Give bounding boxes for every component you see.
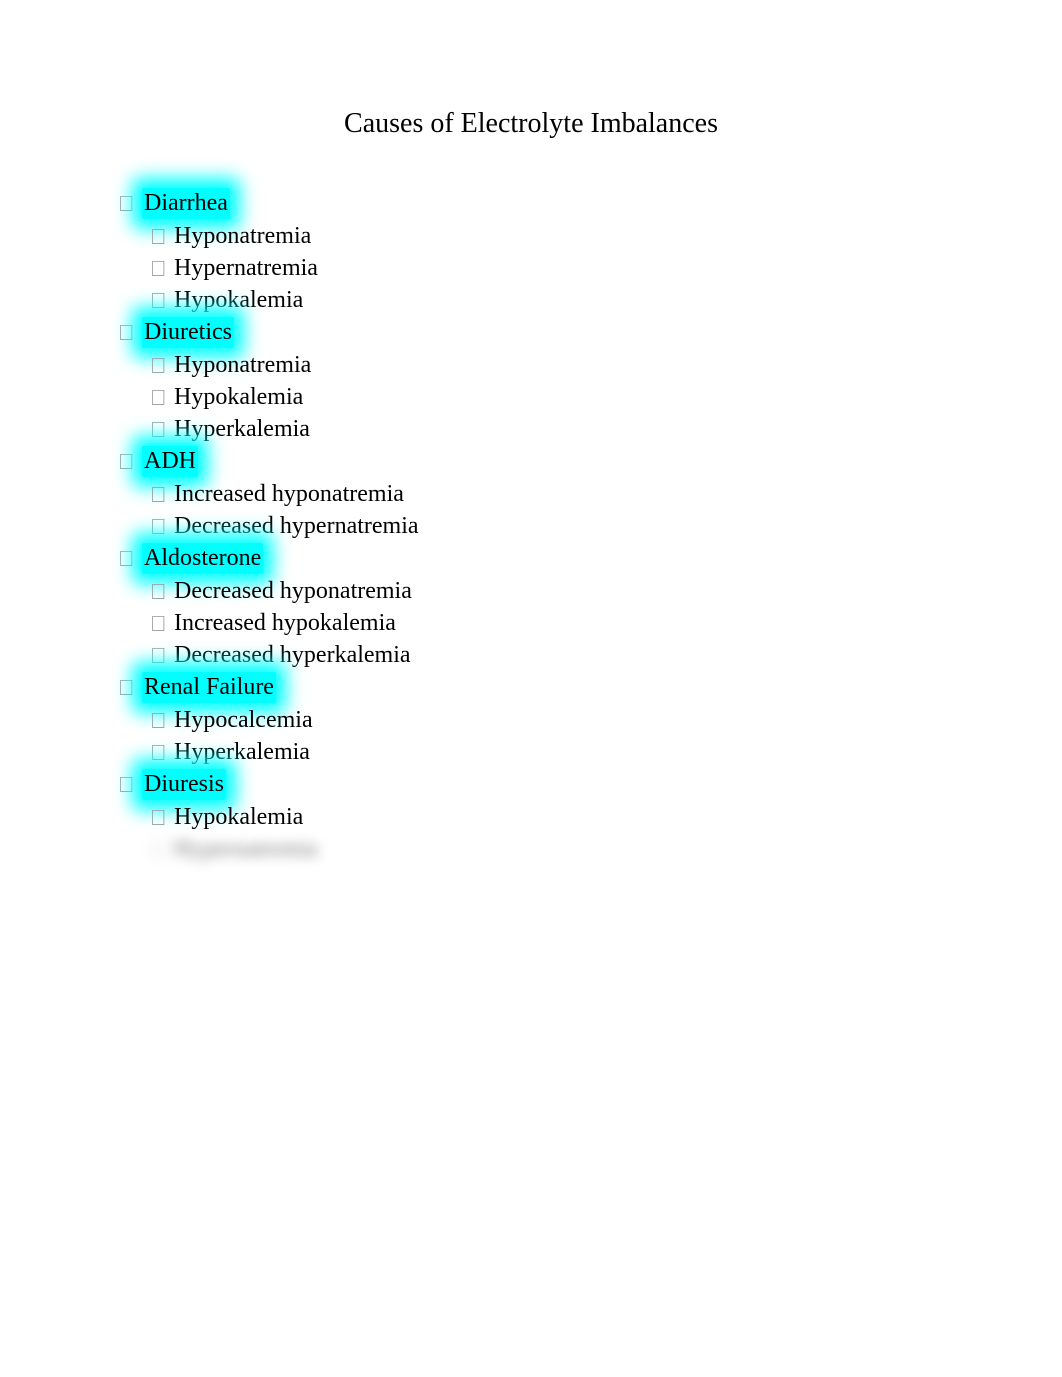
list-item: Hyponatremia	[150, 221, 1062, 252]
sub-item-label: Hyperkalemia	[174, 414, 310, 445]
section-heading: ADH	[142, 446, 198, 477]
bullet-icon: 	[150, 802, 174, 833]
bullet-icon: 	[118, 769, 142, 800]
bullet-icon: 	[150, 414, 174, 445]
list-item: Hyperkalemia	[150, 737, 1062, 768]
outline-content: DiarrheaHyponatremiaHypernatremiaHyp…	[0, 188, 1062, 865]
bullet-icon: 	[150, 705, 174, 736]
list-item: Decreased hypernatremia	[150, 511, 1062, 542]
sub-item-label: Decreased hyperkalemia	[174, 640, 411, 671]
sub-list: HyponatremiaHypokalemiaHyperkalemia	[118, 350, 1062, 445]
sub-list: HypokalemiaHypernatremia	[118, 802, 1062, 865]
list-item: Hypokalemia	[150, 802, 1062, 833]
section-heading: Renal Failure	[142, 672, 276, 703]
bullet-icon: 	[118, 317, 142, 348]
list-item: Hyperkalemia	[150, 414, 1062, 445]
list-item: ADH	[118, 446, 1062, 477]
list-item: Diuresis	[118, 769, 1062, 800]
sub-item-label: Decreased hyponatremia	[174, 576, 412, 607]
bullet-icon: 	[150, 253, 174, 284]
bullet-icon: 	[150, 382, 174, 413]
list-item: Hypokalemia	[150, 285, 1062, 316]
sub-item-label: Hyponatremia	[174, 350, 311, 381]
bullet-icon: 	[150, 640, 174, 671]
sub-list: Increased hyponatremiaDecreased hypern…	[118, 479, 1062, 542]
section-heading: Diuretics	[142, 317, 234, 348]
list-item: Hypernatremia	[150, 253, 1062, 284]
sub-list: HypocalcemiaHyperkalemia	[118, 705, 1062, 768]
section-heading: Diuresis	[142, 769, 226, 800]
bullet-icon: 	[118, 446, 142, 477]
section-heading: Aldosterone	[142, 543, 263, 574]
list-item: Hypocalcemia	[150, 705, 1062, 736]
list-item: Aldosterone	[118, 543, 1062, 574]
list-item: Diuretics	[118, 317, 1062, 348]
bullet-icon: 	[118, 672, 142, 703]
sub-item-label: Hypernatremia	[174, 253, 318, 284]
list-item: Increased hyponatremia	[150, 479, 1062, 510]
bullet-icon: 	[150, 285, 174, 316]
bullet-icon: 	[118, 188, 142, 219]
bullet-icon: 	[150, 737, 174, 768]
bullet-icon: 	[150, 834, 174, 865]
sub-item-label: Increased hyponatremia	[174, 479, 404, 510]
sub-item-label: Hypokalemia	[174, 382, 303, 413]
list-item: Increased hypokalemia	[150, 608, 1062, 639]
bullet-icon: 	[150, 511, 174, 542]
page-title: Causes of Electrolyte Imbalances	[0, 108, 1062, 140]
bullet-icon: 	[150, 221, 174, 252]
bullet-icon: 	[118, 543, 142, 574]
sub-item-label: Hypernatremia	[174, 834, 318, 865]
bullet-icon: 	[150, 576, 174, 607]
list-item: Renal Failure	[118, 672, 1062, 703]
bullet-icon: 	[150, 608, 174, 639]
sub-list: HyponatremiaHypernatremiaHypokalemia	[118, 221, 1062, 316]
sub-item-label: Hyperkalemia	[174, 737, 310, 768]
sub-item-label: Decreased hypernatremia	[174, 511, 419, 542]
list-item: Hypernatremia	[150, 834, 1062, 865]
sub-item-label: Increased hypokalemia	[174, 608, 396, 639]
section-heading: Diarrhea	[142, 188, 230, 219]
list-item: Hyponatremia	[150, 350, 1062, 381]
sub-item-label: Hyponatremia	[174, 221, 311, 252]
sub-list: Decreased hyponatremiaIncreased hypoka…	[118, 576, 1062, 671]
sub-item-label: Hypokalemia	[174, 802, 303, 833]
list-item: Decreased hyperkalemia	[150, 640, 1062, 671]
bullet-icon: 	[150, 350, 174, 381]
list-item: Decreased hyponatremia	[150, 576, 1062, 607]
sub-item-label: Hypokalemia	[174, 285, 303, 316]
bullet-icon: 	[150, 479, 174, 510]
sub-item-label: Hypocalcemia	[174, 705, 313, 736]
list-item: Diarrhea	[118, 188, 1062, 219]
list-item: Hypokalemia	[150, 382, 1062, 413]
